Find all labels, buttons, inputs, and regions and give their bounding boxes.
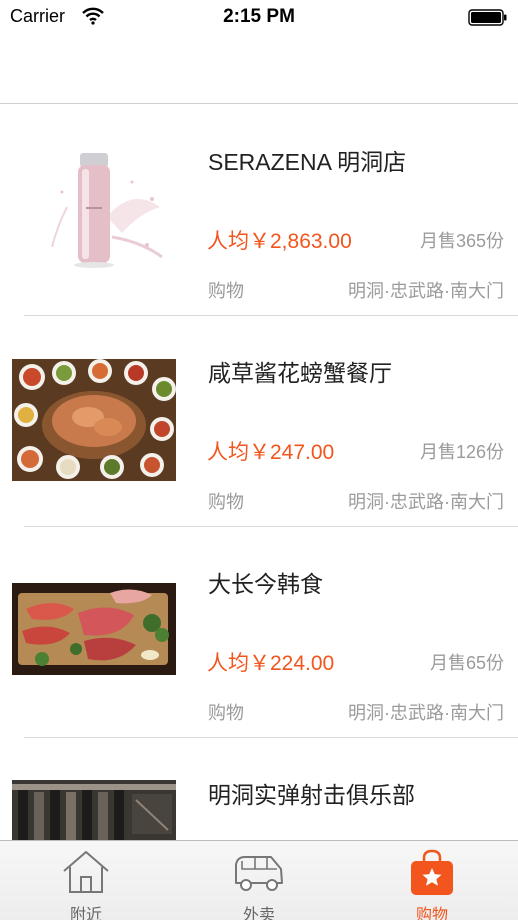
shop-category: 购物 (208, 703, 244, 723)
raw-beef-platter-image (12, 583, 176, 675)
status-time: 2:15 PM (223, 6, 295, 27)
tab-delivery[interactable]: 外卖 (173, 841, 345, 920)
shop-name: 咸草酱花螃蟹餐厅 (208, 360, 392, 386)
list-item[interactable]: SERAZENA 明洞店 人均￥2,863.00 月售365份 购物 明洞·忠武… (0, 105, 518, 316)
navigation-bar (0, 34, 518, 104)
van-icon (235, 856, 283, 891)
monthly-sales: 月售65份 (429, 653, 504, 673)
tab-label: 附近 (69, 907, 102, 920)
tab-bar: 附近 外卖 购物 (0, 840, 518, 920)
house-icon (63, 851, 109, 893)
shop-name: SERAZENA 明洞店 (208, 149, 407, 175)
monthly-sales: 月售365份 (419, 231, 504, 251)
shop-name: 明洞实弹射击俱乐部 (208, 782, 415, 808)
crab-feast-image (12, 359, 176, 481)
tab-label: 外卖 (242, 907, 275, 920)
list-item[interactable]: 大长今韩食 人均￥224.00 月售65份 购物 明洞·忠武路·南大门 (0, 527, 518, 738)
average-price: 人均￥224.00 (207, 652, 335, 675)
tab-shopping[interactable]: 购物 (346, 841, 518, 920)
list-item[interactable]: 咸草酱花螃蟹餐厅 人均￥247.00 月售126份 购物 明洞·忠武路·南大门 (0, 316, 518, 527)
shop-list[interactable]: SERAZENA 明洞店 人均￥2,863.00 月售365份 购物 明洞·忠武… (0, 105, 518, 840)
tab-label: 购物 (415, 907, 448, 920)
gun-rack-image (12, 780, 176, 840)
shop-location: 明洞·忠武路·南大门 (348, 281, 504, 301)
shop-name: 大长今韩食 (208, 571, 323, 597)
shop-location: 明洞·忠武路·南大门 (348, 492, 504, 512)
monthly-sales: 月售126份 (419, 442, 504, 462)
shop-location: 明洞·忠武路·南大门 (348, 703, 504, 723)
shop-category: 购物 (208, 281, 244, 301)
battery-icon (468, 9, 507, 26)
list-item[interactable]: 明洞实弹射击俱乐部 (0, 738, 518, 840)
shop-category: 购物 (208, 492, 244, 512)
shopping-bag-star-icon (411, 849, 453, 895)
status-bar: Carrier 2:15 PM (0, 0, 518, 34)
perfume-bottle-image (12, 147, 176, 269)
average-price: 人均￥247.00 (207, 441, 335, 464)
average-price: 人均￥2,863.00 (207, 230, 352, 253)
tab-nearby[interactable]: 附近 (0, 841, 172, 920)
